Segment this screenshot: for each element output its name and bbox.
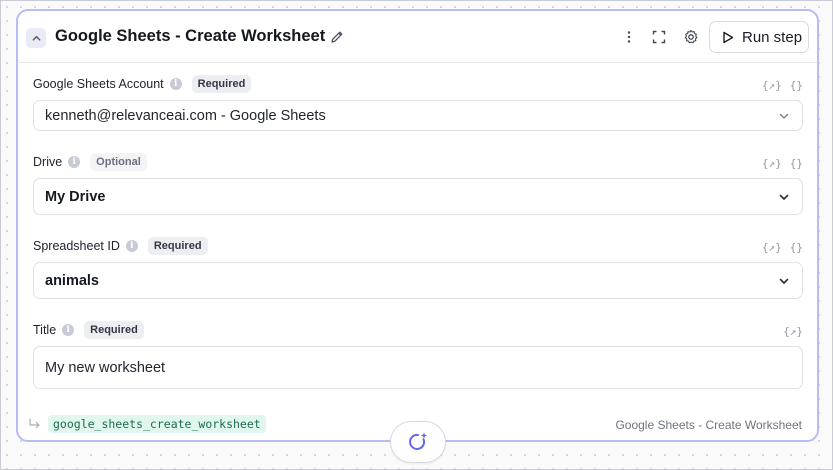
pencil-icon[interactable] — [329, 29, 345, 45]
variable-icons: {↗} — [783, 323, 803, 339]
run-step-button[interactable]: Run step — [709, 21, 809, 53]
required-badge: Required — [191, 75, 252, 93]
variable-braces-icon[interactable]: {} — [790, 79, 803, 92]
tool-id-chip[interactable]: google_sheets_create_worksheet — [48, 415, 266, 433]
expand-button[interactable] — [649, 27, 669, 47]
step-title: Google Sheets - Create Worksheet — [55, 27, 326, 45]
more-options-button[interactable] — [619, 27, 639, 47]
variable-icons: {↗} {} — [762, 239, 803, 255]
field-label-title: Title i Required — [33, 320, 144, 340]
field-label-spreadsheet: Spreadsheet ID i Required — [33, 236, 208, 256]
expand-icon — [652, 30, 666, 44]
tool-name: Google Sheets - Create Worksheet — [615, 418, 802, 432]
variable-link-icon[interactable]: {↗} — [762, 157, 782, 170]
sparkle-refresh-icon — [409, 432, 427, 450]
variable-link-icon[interactable]: {↗} — [762, 241, 782, 254]
field-label-text: Title — [33, 323, 57, 337]
field-label-text: Spreadsheet ID — [33, 239, 120, 253]
step-header: Google Sheets - Create Worksheet Run ste… — [18, 11, 817, 63]
title-input-value: My new worksheet — [45, 359, 166, 376]
collapse-button[interactable] — [26, 28, 46, 48]
ai-assist-button[interactable] — [390, 421, 446, 463]
variable-link-icon[interactable]: {↗} — [783, 325, 803, 338]
info-icon[interactable]: i — [62, 324, 75, 336]
info-icon[interactable]: i — [169, 78, 182, 90]
tool-id-row: google_sheets_create_worksheet — [28, 415, 266, 433]
step-card: Google Sheets - Create Worksheet Run ste… — [16, 9, 819, 442]
return-arrow-icon — [29, 418, 40, 429]
info-icon[interactable]: i — [68, 156, 81, 168]
chevron-down-icon — [779, 113, 789, 119]
required-badge: Required — [147, 237, 208, 255]
field-label-account: Google Sheets Account i Required — [33, 74, 252, 94]
more-vertical-icon — [627, 31, 631, 43]
variable-icons: {↗} {} — [762, 155, 803, 171]
variable-icons: {↗} {} — [762, 77, 803, 93]
title-input[interactable]: My new worksheet — [33, 346, 803, 389]
field-label-text: Google Sheets Account — [33, 77, 164, 91]
optional-badge: Optional — [90, 153, 147, 171]
field-label-drive: Drive i Optional — [33, 152, 147, 172]
required-badge: Required — [84, 321, 144, 339]
spreadsheet-select-value: animals — [45, 272, 99, 289]
field-label-text: Drive — [33, 155, 63, 169]
drive-select[interactable]: My Drive — [33, 178, 803, 215]
run-step-label: Run step — [742, 28, 803, 46]
account-select[interactable]: kenneth@relevanceai.com - Google Sheets — [33, 100, 803, 131]
gear-icon — [684, 29, 698, 44]
info-icon[interactable]: i — [125, 240, 138, 252]
variable-link-icon[interactable]: {↗} — [762, 79, 782, 92]
variable-braces-icon[interactable]: {} — [790, 157, 803, 170]
chevron-down-icon — [779, 278, 789, 284]
variable-braces-icon[interactable]: {} — [790, 241, 803, 254]
chevron-down-icon — [779, 194, 789, 200]
chevron-up-icon — [32, 35, 40, 41]
settings-button[interactable] — [681, 27, 701, 47]
spreadsheet-select[interactable]: animals — [33, 262, 803, 299]
account-select-value: kenneth@relevanceai.com - Google Sheets — [45, 107, 326, 124]
play-icon — [723, 31, 734, 43]
drive-select-value: My Drive — [45, 188, 106, 205]
